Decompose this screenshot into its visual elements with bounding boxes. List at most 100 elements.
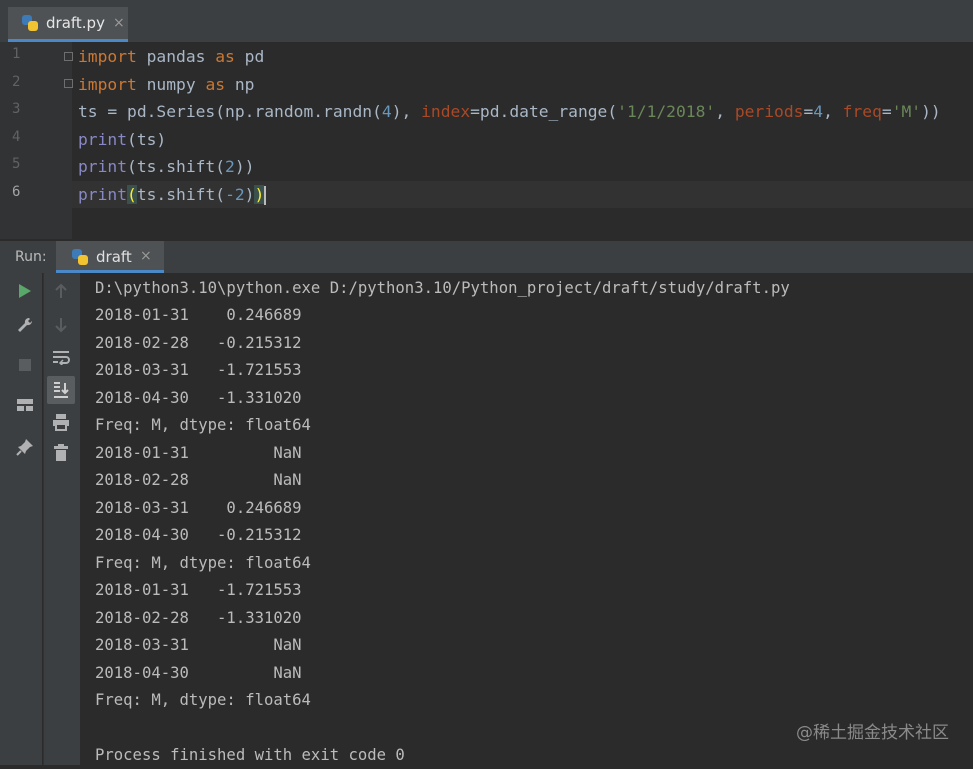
number-literal: 4 xyxy=(381,102,392,121)
console-line: 2018-03-31 NaN xyxy=(95,636,302,654)
string-literal: 'M' xyxy=(891,102,922,121)
line-number: 1 xyxy=(12,46,21,62)
print-button[interactable] xyxy=(49,410,73,434)
editor-tab-draft-py[interactable]: draft.py × xyxy=(8,7,128,42)
next-occurrence-button[interactable] xyxy=(49,313,73,337)
watermark: @稀土掘金技术社区 xyxy=(796,723,949,743)
clear-all-button[interactable] xyxy=(49,441,73,465)
console-line: 2018-04-30 NaN xyxy=(95,664,302,682)
code-text: = xyxy=(881,102,892,121)
line-number: 4 xyxy=(12,129,21,145)
keyword: as xyxy=(205,75,226,94)
console-line: 2018-04-30 -0.215312 xyxy=(95,526,302,544)
python-file-icon xyxy=(72,249,88,265)
console-line: Freq: M, dtype: float64 xyxy=(95,554,311,572)
builtin-function: print xyxy=(78,185,128,204)
console-line: 2018-02-28 NaN xyxy=(95,471,302,489)
string-literal: '1/1/2018' xyxy=(617,102,716,121)
console-line: D:\python3.10\python.exe D:/python3.10/P… xyxy=(95,279,790,297)
console-line: 2018-03-31 0.246689 xyxy=(95,499,302,517)
code-text: (ts) xyxy=(127,130,167,149)
previous-occurrence-button[interactable] xyxy=(49,279,73,303)
code-editor[interactable]: 1 2 3 4 5 6 import pandas as pd import n… xyxy=(0,42,973,239)
pin-tab-button[interactable] xyxy=(13,435,37,459)
python-file-icon xyxy=(22,15,38,31)
trash-icon xyxy=(54,444,68,461)
restore-layout-button[interactable] xyxy=(13,393,37,417)
run-tool-window-header: Run: draft × xyxy=(0,240,973,273)
number-literal: 4 xyxy=(813,102,824,121)
line-number: 6 xyxy=(12,184,21,200)
fold-marker-icon[interactable] xyxy=(64,52,73,61)
code-text: ts.shift( xyxy=(136,185,226,204)
modify-run-config-button[interactable] xyxy=(13,313,37,337)
scroll-to-end-icon xyxy=(54,382,69,398)
arrow-down-icon xyxy=(55,318,67,333)
console-line: 2018-02-28 -1.331020 xyxy=(95,609,302,627)
pin-icon xyxy=(16,439,33,456)
console-line: Freq: M, dtype: float64 xyxy=(95,416,311,434)
editor-tab-bar: draft.py × xyxy=(0,0,973,43)
printer-icon xyxy=(53,414,69,431)
scroll-to-end-button[interactable] xyxy=(47,376,75,404)
line-number: 2 xyxy=(12,74,21,90)
line-number: 3 xyxy=(12,101,21,117)
code-text: )) xyxy=(921,102,941,121)
code-line-2[interactable]: import numpy as np xyxy=(78,71,254,98)
code-text: ), xyxy=(391,102,422,121)
builtin-function: print xyxy=(78,157,128,176)
code-line-4[interactable]: print(ts) xyxy=(78,126,166,153)
code-line-5[interactable]: print(ts.shift(2)) xyxy=(78,153,254,180)
run-console-output[interactable]: D:\python3.10\python.exe D:/python3.10/P… xyxy=(80,273,973,765)
code-text: (ts.shift( xyxy=(127,157,226,176)
keyword: as xyxy=(215,47,235,66)
code-text: ts = pd.Series(np.random.randn( xyxy=(78,102,382,121)
stop-button[interactable] xyxy=(13,353,37,377)
matched-brace: ( xyxy=(127,185,137,204)
line-number-gutter: 1 2 3 4 5 6 xyxy=(0,42,73,239)
editor-tab-label: draft.py xyxy=(46,14,105,32)
wrench-icon xyxy=(18,317,33,332)
code-text: , xyxy=(823,102,843,121)
run-panel-title: Run: xyxy=(15,249,47,265)
console-line: 2018-02-28 -0.215312 xyxy=(95,334,302,352)
soft-wrap-button[interactable] xyxy=(49,345,73,369)
layout-icon xyxy=(17,399,33,411)
code-text: =pd.date_range( xyxy=(470,102,618,121)
module-name: pandas xyxy=(136,47,216,66)
code-line-3[interactable]: ts = pd.Series(np.random.randn(4), index… xyxy=(78,98,941,125)
console-line: 2018-01-31 NaN xyxy=(95,444,302,462)
matched-brace: ) xyxy=(254,185,265,204)
keyword-argument: index xyxy=(421,102,471,121)
builtin-function: print xyxy=(78,130,128,149)
stop-icon xyxy=(19,359,31,371)
code-text: )) xyxy=(234,157,255,176)
alias: np xyxy=(225,75,255,94)
keyword: import xyxy=(78,47,137,66)
console-line: 2018-01-31 -1.721553 xyxy=(95,581,302,599)
console-toolbar xyxy=(43,273,80,765)
code-line-6[interactable]: print(ts.shift(-2)) xyxy=(78,181,267,208)
soft-wrap-icon xyxy=(53,351,70,365)
close-icon[interactable]: × xyxy=(113,15,125,31)
number-literal: 2 xyxy=(225,157,235,176)
fold-marker-icon[interactable] xyxy=(64,79,73,88)
code-text: , xyxy=(715,102,735,121)
number-literal: -2 xyxy=(225,185,245,204)
text-caret xyxy=(264,186,267,205)
keyword: import xyxy=(78,75,137,94)
console-line: 2018-04-30 -1.331020 xyxy=(95,389,302,407)
keyword-argument: freq xyxy=(842,102,882,121)
console-line: 2018-01-31 0.246689 xyxy=(95,306,302,324)
close-icon[interactable]: × xyxy=(140,248,152,264)
rerun-button[interactable] xyxy=(13,279,37,303)
code-line-1[interactable]: import pandas as pd xyxy=(78,43,264,70)
code-text: = xyxy=(803,102,814,121)
console-line: 2018-03-31 -1.721553 xyxy=(95,361,302,379)
run-tab-draft[interactable]: draft × xyxy=(56,241,164,273)
run-toolbar xyxy=(0,273,42,765)
arrow-up-icon xyxy=(55,283,67,298)
run-tab-label: draft xyxy=(96,248,132,266)
line-number: 5 xyxy=(12,156,21,172)
console-line: Freq: M, dtype: float64 xyxy=(95,691,311,709)
